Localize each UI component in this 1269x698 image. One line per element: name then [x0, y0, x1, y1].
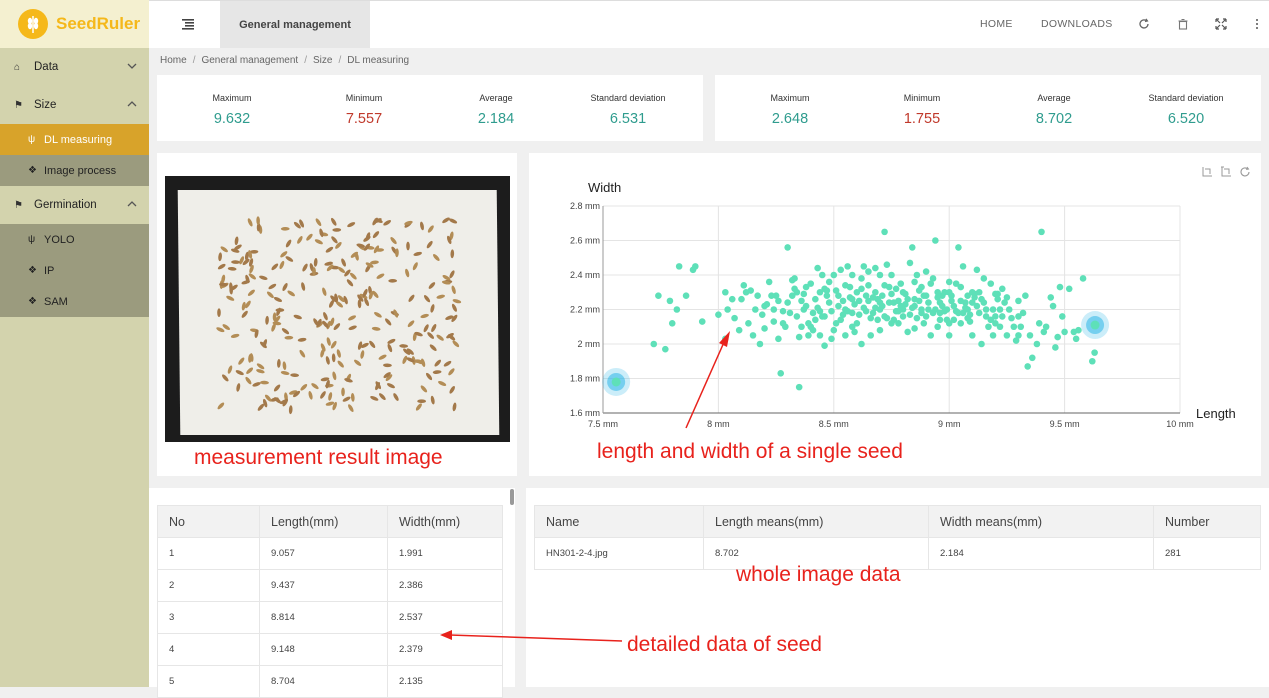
arrow-line-detail [449, 634, 623, 642]
annotation-arrows [440, 331, 730, 642]
arrow-line-scatter [685, 339, 726, 429]
arrow-head-scatter [719, 331, 730, 347]
arrow-head-detail [440, 630, 452, 640]
annotation-detail: detailed data of seed [627, 633, 822, 656]
